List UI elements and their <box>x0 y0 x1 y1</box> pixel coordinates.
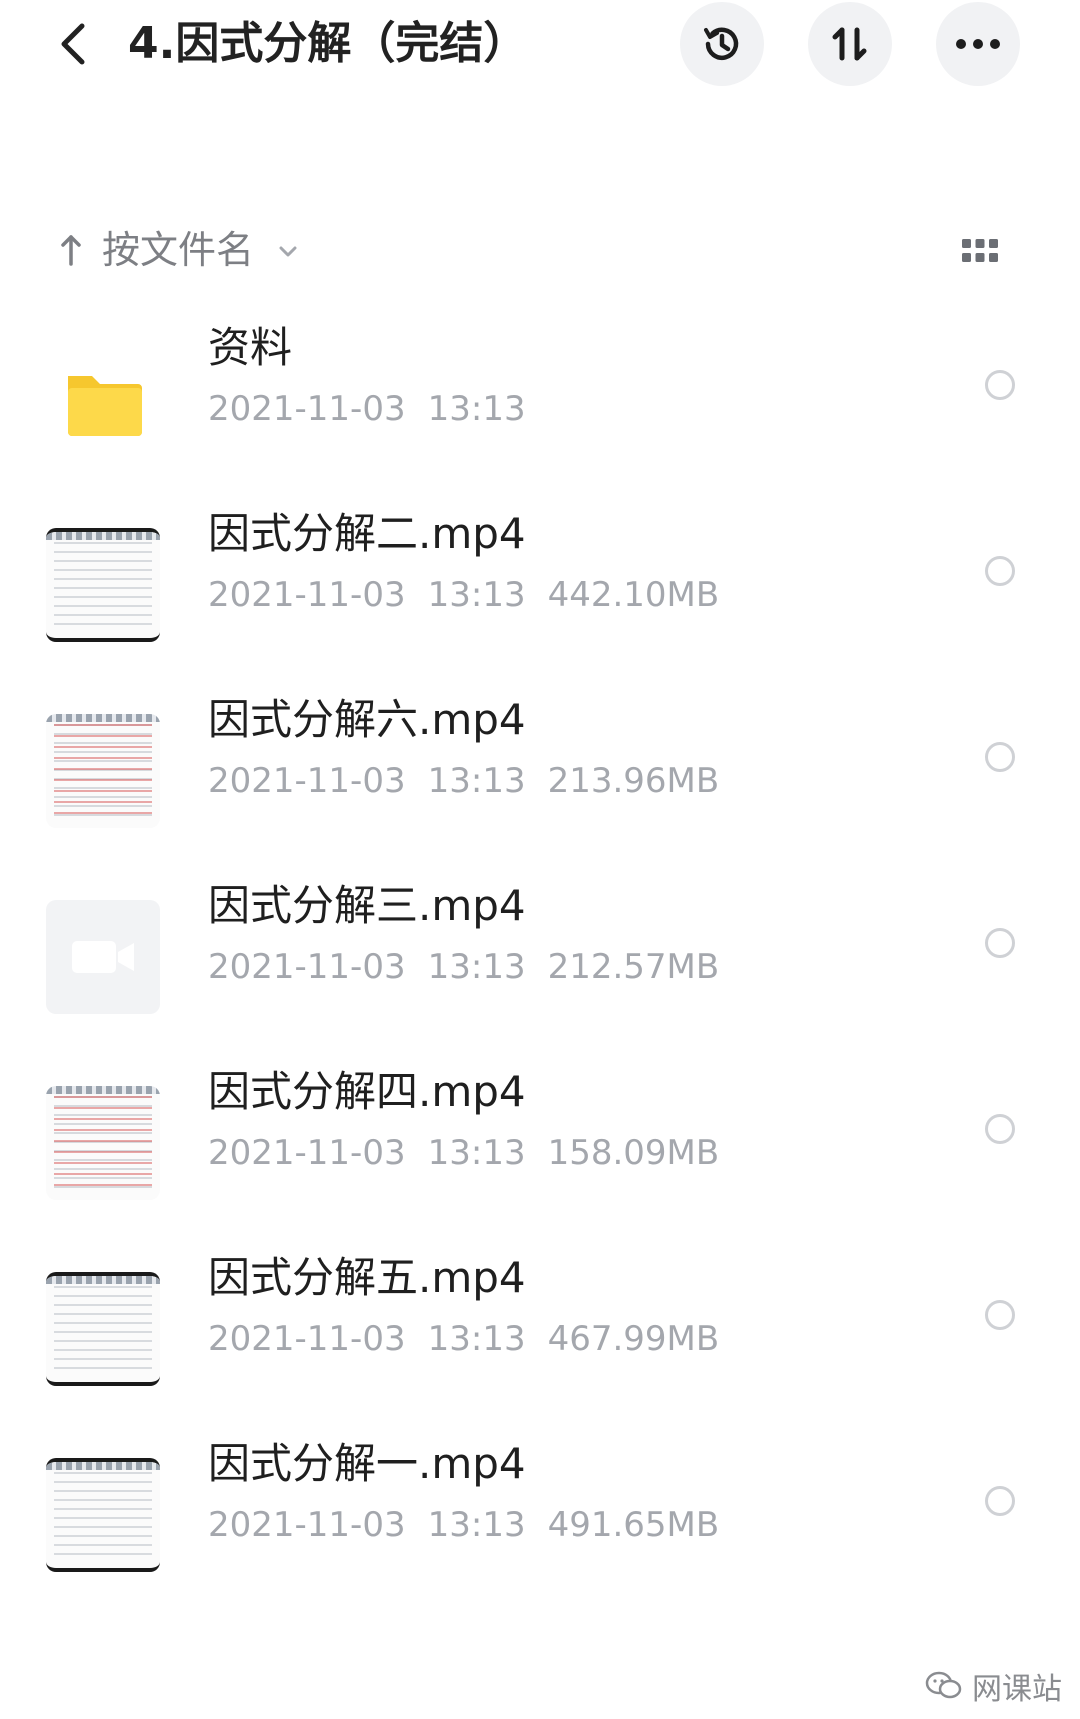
thumbnail-toolbar <box>46 532 160 540</box>
file-meta: 2021-11-03 13:13 491.65MB <box>208 1502 741 1548</box>
video-thumbnail <box>46 1086 160 1200</box>
select-checkbox[interactable] <box>985 928 1015 958</box>
file-date: 2021-11-03 <box>208 575 406 615</box>
more-dots-icon <box>956 39 1000 49</box>
file-meta: 2021-11-03 13:13 158.09MB <box>208 1130 741 1176</box>
watermark: 网课站 <box>924 1664 1062 1708</box>
watermark-text: 网课站 <box>972 1672 1062 1707</box>
select-checkbox[interactable] <box>985 1300 1015 1330</box>
thumbnail-toolbar <box>46 1086 160 1094</box>
file-row-video[interactable]: 因式分解四.mp4 2021-11-03 13:13 158.09MB <box>0 1034 1080 1234</box>
thumbnail-content <box>54 1096 152 1190</box>
thumbnail-toolbar <box>46 1462 160 1470</box>
file-date: 2021-11-03 <box>208 761 406 801</box>
history-icon <box>704 27 739 61</box>
arrow-up-icon[interactable] <box>56 232 86 268</box>
file-name: 因式分解三.mp4 <box>208 881 526 930</box>
select-checkbox[interactable] <box>985 1486 1015 1516</box>
sort-bar: 按文件名 <box>0 220 1080 280</box>
folder-icon <box>46 342 160 456</box>
file-time: 13:13 <box>427 1319 526 1359</box>
history-button[interactable] <box>680 2 764 86</box>
file-size: 213.96MB <box>547 761 720 801</box>
select-checkbox[interactable] <box>985 742 1015 772</box>
file-row-video[interactable]: 因式分解五.mp4 2021-11-03 13:13 467.99MB <box>0 1220 1080 1420</box>
file-row-video[interactable]: 因式分解二.mp4 2021-11-03 13:13 442.10MB <box>0 476 1080 676</box>
file-row-video[interactable]: 因式分解六.mp4 2021-11-03 13:13 213.96MB <box>0 662 1080 862</box>
page-title: 4.因式分解（完结） <box>128 18 528 69</box>
chevron-down-icon[interactable] <box>276 240 300 264</box>
sort-by-filename[interactable]: 按文件名 <box>102 226 254 274</box>
file-meta: 2021-11-03 13:13 213.96MB <box>208 758 741 804</box>
file-row-folder[interactable]: 资料 2021-11-03 13:13 <box>0 290 1080 490</box>
more-options-button[interactable] <box>936 2 1020 86</box>
grid-view-icon[interactable] <box>960 236 1000 266</box>
select-checkbox[interactable] <box>985 556 1015 586</box>
select-checkbox[interactable] <box>985 1114 1015 1144</box>
chevron-left-icon <box>61 23 85 65</box>
file-date: 2021-11-03 <box>208 1505 406 1545</box>
file-time: 13:13 <box>427 1505 526 1545</box>
file-meta: 2021-11-03 13:13 <box>208 386 548 432</box>
video-thumbnail <box>46 1458 160 1572</box>
sort-arrows-icon <box>832 27 867 61</box>
file-meta: 2021-11-03 13:13 212.57MB <box>208 944 741 990</box>
sort-button[interactable] <box>808 2 892 86</box>
thumbnail-content <box>54 542 152 628</box>
top-header: 4.因式分解（完结） <box>0 0 1080 100</box>
video-thumbnail <box>46 1272 160 1386</box>
file-size: 491.65MB <box>547 1505 720 1545</box>
file-meta: 2021-11-03 13:13 467.99MB <box>208 1316 741 1362</box>
file-name: 资料 <box>208 323 293 372</box>
wechat-icon <box>925 1671 962 1699</box>
thumbnail-content <box>54 1472 152 1558</box>
file-date: 2021-11-03 <box>208 1319 406 1359</box>
file-time: 13:13 <box>427 575 526 615</box>
file-name: 因式分解四.mp4 <box>208 1067 526 1116</box>
file-size: 442.10MB <box>547 575 720 615</box>
file-size: 158.09MB <box>547 1133 720 1173</box>
video-placeholder-thumbnail <box>46 900 160 1014</box>
thumbnail-toolbar <box>46 714 160 722</box>
file-meta: 2021-11-03 13:13 442.10MB <box>208 572 741 618</box>
file-size: 467.99MB <box>547 1319 720 1359</box>
file-name: 因式分解一.mp4 <box>208 1439 526 1488</box>
file-date: 2021-11-03 <box>208 1133 406 1173</box>
thumbnail-toolbar <box>46 1276 160 1284</box>
file-time: 13:13 <box>427 761 526 801</box>
thumbnail-content <box>54 1286 152 1372</box>
file-time: 13:13 <box>427 1133 526 1173</box>
video-thumbnail <box>46 714 160 828</box>
video-camera-icon <box>72 941 134 973</box>
file-name: 因式分解二.mp4 <box>208 509 526 558</box>
file-row-video[interactable]: 因式分解三.mp4 2021-11-03 13:13 212.57MB <box>0 848 1080 1048</box>
file-date: 2021-11-03 <box>208 389 406 429</box>
video-thumbnail <box>46 528 160 642</box>
thumbnail-content <box>54 724 152 818</box>
select-checkbox[interactable] <box>985 370 1015 400</box>
file-size: 212.57MB <box>547 947 720 987</box>
file-name: 因式分解六.mp4 <box>208 695 526 744</box>
file-time: 13:13 <box>427 947 526 987</box>
back-button[interactable] <box>44 14 104 74</box>
file-name: 因式分解五.mp4 <box>208 1253 526 1302</box>
file-time: 13:13 <box>427 389 526 429</box>
search-bar-placeholder <box>154 108 444 122</box>
file-row-video[interactable]: 因式分解一.mp4 2021-11-03 13:13 491.65MB <box>0 1406 1080 1606</box>
file-date: 2021-11-03 <box>208 947 406 987</box>
